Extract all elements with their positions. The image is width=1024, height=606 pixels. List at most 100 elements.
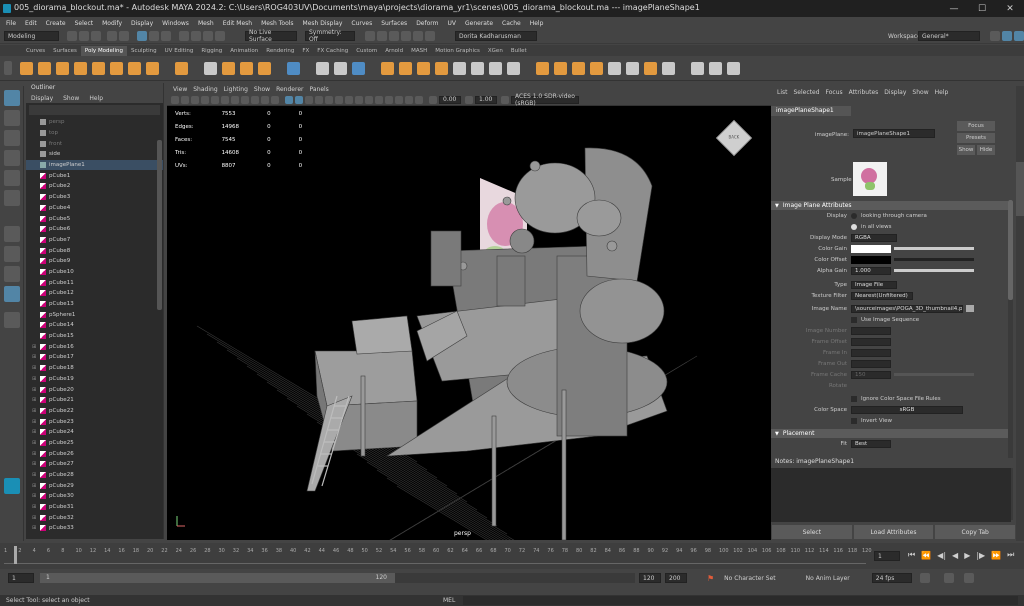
expand-icon[interactable]: ⊞ <box>32 472 38 478</box>
menu-deform[interactable]: Deform <box>416 20 438 27</box>
poly-torus-icon[interactable] <box>92 61 105 75</box>
type-dropdown[interactable]: Image File <box>851 280 897 289</box>
outliner-layout-icon[interactable] <box>4 286 20 302</box>
svg-icon[interactable] <box>258 61 271 75</box>
gamma-field[interactable]: 1.00 <box>475 95 497 104</box>
color-space-dropdown[interactable]: sRGB <box>851 405 963 414</box>
hide-button[interactable]: Hide <box>977 145 995 155</box>
isolate-select-icon[interactable] <box>385 95 393 104</box>
menu-modify[interactable]: Modify <box>102 20 122 27</box>
maximize-button[interactable]: ☐ <box>968 0 996 17</box>
shelf-tab-xgen[interactable]: XGen <box>484 46 507 56</box>
outliner-item[interactable]: pCube12 <box>26 288 163 299</box>
outliner-item[interactable]: ⊞ pCube24 <box>26 427 163 438</box>
load-attributes-button[interactable]: Load Attributes <box>853 525 934 539</box>
ipr-render-icon[interactable] <box>377 31 387 41</box>
live-surface-dropdown[interactable]: No Live Surface <box>245 29 297 43</box>
outliner-item[interactable]: ⊞ pCube18 <box>26 363 163 374</box>
reduce-icon[interactable] <box>489 61 502 75</box>
step-forward-frame-icon[interactable]: |▶ <box>976 551 985 560</box>
outliner-item[interactable]: ⊞ pCube17 <box>26 352 163 363</box>
film-gate-icon[interactable] <box>221 95 229 104</box>
append-icon[interactable] <box>590 61 603 75</box>
target-weld-icon[interactable] <box>644 61 657 75</box>
color-offset-swatch[interactable] <box>851 255 891 264</box>
folder-icon[interactable] <box>966 305 974 312</box>
image-plane-field[interactable]: imagePlaneShape1 <box>853 129 935 138</box>
outliner-menu-show[interactable]: Show <box>63 95 79 102</box>
shelf-tab-fx-caching[interactable]: FX Caching <box>313 46 352 56</box>
outliner-item[interactable]: front <box>26 138 163 149</box>
ae-menu-focus[interactable]: Focus <box>826 89 843 96</box>
menu-help[interactable]: Help <box>530 20 544 27</box>
humanik-tab[interactable] <box>1016 282 1024 312</box>
image-plane-icon[interactable] <box>201 95 209 104</box>
outliner-item[interactable]: ⊞ pCube22 <box>26 406 163 417</box>
outliner-item[interactable]: ⊞ pCube25 <box>26 438 163 449</box>
outliner-item[interactable]: ⊞ pCube20 <box>26 384 163 395</box>
boolean-intersection-icon[interactable] <box>417 61 430 75</box>
planar-map-icon[interactable] <box>727 61 740 75</box>
expand-icon[interactable]: ⊞ <box>32 387 38 393</box>
textured-icon[interactable] <box>315 95 323 104</box>
outliner-item[interactable]: pCube1 <box>26 170 163 181</box>
loop-icon[interactable] <box>919 573 930 583</box>
outliner-item[interactable]: ⊞ pCube29 <box>26 480 163 491</box>
shadows-icon[interactable] <box>335 95 343 104</box>
search-icon[interactable] <box>4 312 20 328</box>
minimize-button[interactable]: — <box>940 0 968 17</box>
shelf-tab-surfaces[interactable]: Surfaces <box>49 46 81 56</box>
ignore-color-space-checkbox[interactable] <box>851 395 857 402</box>
select-button[interactable]: Select <box>772 525 852 539</box>
alpha-gain-slider[interactable] <box>894 269 974 272</box>
shelf-tab-bullet[interactable]: Bullet <box>507 46 531 56</box>
outliner-item[interactable]: pCube13 <box>26 299 163 310</box>
boolean-union-icon[interactable] <box>381 61 394 75</box>
edit-pivot-icon[interactable] <box>691 61 704 75</box>
outliner-item[interactable]: ⊞ pCube23 <box>26 416 163 427</box>
insert-loop-icon[interactable] <box>608 61 621 75</box>
attribute-editor-toggle-icon[interactable] <box>1002 31 1012 41</box>
grid-toggle-icon[interactable] <box>211 95 219 104</box>
expand-icon[interactable]: ⊞ <box>32 461 38 467</box>
expand-icon[interactable]: ⊞ <box>32 493 38 499</box>
outliner-item[interactable]: ⊞ pCube26 <box>26 448 163 459</box>
outliner-item[interactable]: ⊞ pCube33 <box>26 523 163 534</box>
render-view-icon[interactable] <box>413 31 423 41</box>
invert-view-checkbox[interactable] <box>851 417 857 424</box>
camera-attributes-icon[interactable] <box>181 95 189 104</box>
expand-icon[interactable]: ⊞ <box>32 354 38 360</box>
range-bar[interactable]: 1 120 <box>40 573 395 583</box>
uv-editor-icon[interactable] <box>709 61 722 75</box>
notes-textarea[interactable] <box>771 468 1011 522</box>
shelf-tab-sculpting[interactable]: Sculpting <box>127 46 161 56</box>
wireframe-on-shaded-icon[interactable] <box>305 95 313 104</box>
mirror-icon[interactable] <box>435 61 448 75</box>
fps-dropdown[interactable]: 24 fps <box>871 573 912 583</box>
shelf-tab-fx[interactable]: FX <box>298 46 313 56</box>
expand-icon[interactable]: ⊞ <box>32 419 38 425</box>
outliner-item[interactable]: pCube9 <box>26 256 163 267</box>
outliner-item[interactable]: pCube2 <box>26 181 163 192</box>
step-forward-key-icon[interactable]: ⏩ <box>991 551 1001 560</box>
shelf-tab-rendering[interactable]: Rendering <box>262 46 298 56</box>
current-time-marker[interactable] <box>14 546 17 564</box>
color-management-icon[interactable] <box>501 95 509 104</box>
lasso-tool-icon[interactable] <box>4 110 20 126</box>
poly-super-shape-icon[interactable] <box>175 61 188 75</box>
expand-icon[interactable]: ⊞ <box>32 397 38 403</box>
paint-select-tool-icon[interactable] <box>4 130 20 146</box>
outliner-item[interactable]: pSphere1 <box>26 309 163 320</box>
select-component-icon[interactable] <box>161 31 171 41</box>
outliner-item[interactable]: ⊞ pCube32 <box>26 512 163 523</box>
bevel-icon[interactable] <box>572 61 585 75</box>
menu-generate[interactable]: Generate <box>465 20 493 27</box>
close-button[interactable]: ✕ <box>996 0 1024 17</box>
outliner-item[interactable]: ⊞ pCube28 <box>26 470 163 481</box>
menu-curves[interactable]: Curves <box>351 20 372 27</box>
outliner-item[interactable]: imagePlane1 <box>26 159 163 171</box>
panel-toggle-icon[interactable] <box>990 31 1000 41</box>
safe-title-icon[interactable] <box>271 95 279 104</box>
sweep-mesh-icon[interactable] <box>204 61 217 75</box>
viewport-menu-show[interactable]: Show <box>254 86 270 93</box>
